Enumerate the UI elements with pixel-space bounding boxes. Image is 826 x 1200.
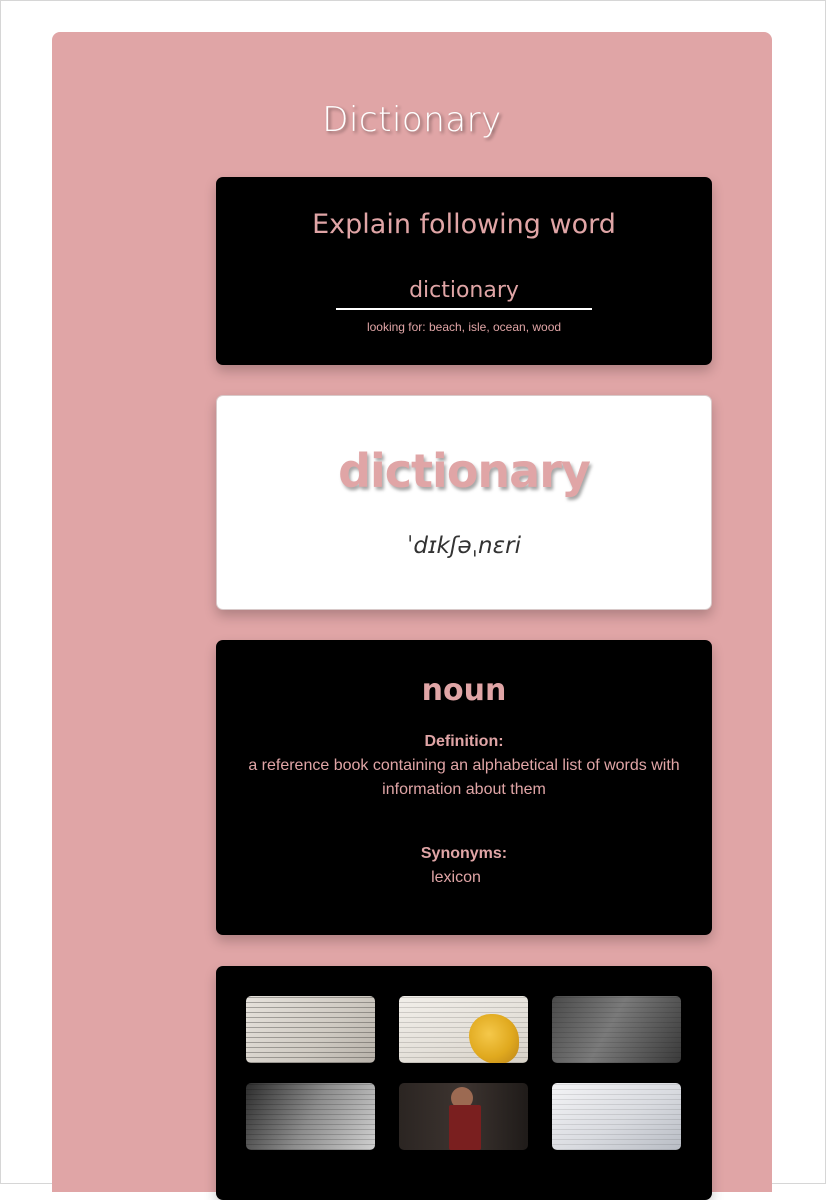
part-of-speech: noun (421, 673, 507, 708)
person-holding-book-photo[interactable] (399, 1083, 528, 1150)
search-input[interactable] (336, 277, 592, 310)
definition-text: a reference book containing an alphabeti… (248, 757, 680, 798)
open-dictionary-photo[interactable] (552, 1083, 681, 1150)
meaning-card: noun Definition: a reference book contai… (216, 640, 712, 935)
dictionary-closeup-photo[interactable] (246, 1083, 375, 1150)
definition-label: Definition: (424, 733, 504, 750)
word-phonetic: ˈdɪkʃəˌnɛri (407, 533, 521, 559)
dictionary-tassel-photo[interactable] (399, 996, 528, 1063)
dictionary-page-photo[interactable] (246, 996, 375, 1063)
synonyms-text: lexicon (431, 869, 481, 886)
image-gallery (216, 966, 712, 1200)
search-hint: looking for: beach, isle, ocean, wood (366, 320, 562, 334)
app-title: Dictionary (322, 100, 502, 140)
word-card: dictionary ˈdɪkʃəˌnɛri (216, 395, 712, 610)
search-heading: Explain following word (312, 209, 616, 240)
open-book-photo[interactable] (552, 996, 681, 1063)
synonyms-label: Synonyms: (420, 845, 508, 862)
word-title: dictionary (338, 444, 591, 498)
dictionary-app: Dictionary Explain following word lookin… (52, 32, 772, 1200)
search-card: Explain following word looking for: beac… (216, 177, 712, 365)
